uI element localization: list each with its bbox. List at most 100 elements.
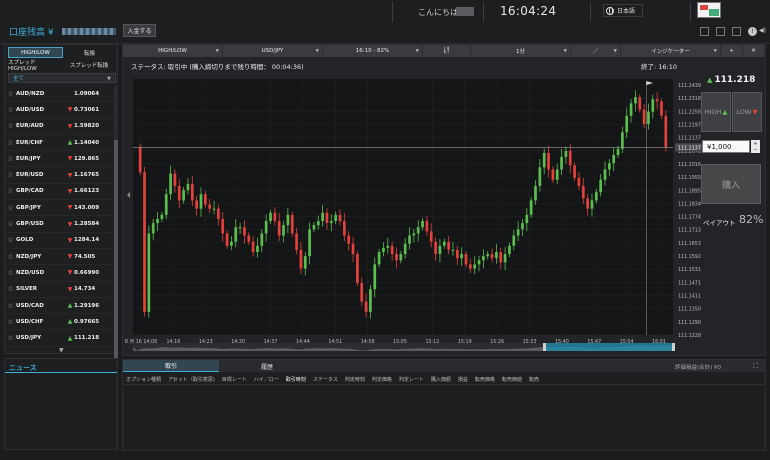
toolbar-asset[interactable]: USD/JPY ▼	[223, 45, 323, 57]
toolbar-trade-type[interactable]: HIGH/LOW ▼	[123, 45, 223, 57]
candle-body[interactable]	[421, 221, 424, 228]
candle-body[interactable]	[382, 247, 385, 253]
help-icon[interactable]: !	[748, 27, 757, 36]
candle-body[interactable]	[551, 169, 555, 180]
asset-row[interactable]: ☆ AUD/NZD 1.09064	[5, 86, 113, 103]
column-header[interactable]: 転売価格	[475, 376, 495, 383]
candle-body[interactable]	[664, 115, 668, 148]
candle-body[interactable]	[621, 132, 624, 149]
column-header[interactable]: 損益	[458, 376, 468, 383]
candle-body[interactable]	[329, 221, 333, 224]
candle-body[interactable]	[334, 214, 338, 222]
asset-row[interactable]: ☆ NZD/USD ▼ 0.66990	[5, 265, 113, 282]
toolbar-chart-type[interactable]: ╽╿	[423, 45, 471, 57]
star-icon[interactable]: ☆	[5, 171, 16, 179]
toolbar-add[interactable]: +	[721, 45, 743, 57]
sound-icon[interactable]: ◀)	[759, 27, 766, 34]
star-icon[interactable]: ☆	[5, 269, 16, 277]
star-icon[interactable]: ☆	[5, 155, 16, 163]
candle-body[interactable]	[316, 221, 320, 226]
asset-row[interactable]: ☆ NZD/JPY ▼ 74.505	[5, 249, 113, 266]
candle-body[interactable]	[186, 183, 190, 191]
star-icon[interactable]: ☆	[5, 220, 16, 228]
candle-body[interactable]	[347, 235, 351, 244]
candle-body[interactable]	[182, 190, 185, 201]
asset-row[interactable]: ☆ AUD/USD ▼ 0.73061	[5, 102, 113, 119]
language-selector[interactable]: 日本語	[603, 4, 643, 17]
asset-row[interactable]: ☆ EUR/AUD ▼ 1.59820	[5, 119, 113, 135]
toolbar-expiry[interactable]: 16:10 - 82% ▼	[323, 45, 423, 57]
candle-body[interactable]	[568, 150, 572, 166]
amount-stepper[interactable]: + −	[751, 140, 760, 153]
candle-body[interactable]	[364, 301, 368, 312]
candle-body[interactable]	[321, 212, 324, 222]
candle-body[interactable]	[538, 167, 542, 186]
candle-body[interactable]	[477, 260, 481, 265]
column-header[interactable]: ハイ／ロー	[254, 376, 279, 383]
column-header[interactable]: 購入価額	[431, 376, 451, 383]
toolbar-draw[interactable]: ／ ▼	[571, 45, 621, 57]
candle-body[interactable]	[555, 169, 559, 180]
star-icon[interactable]: ☆	[5, 302, 16, 310]
candle-body[interactable]	[208, 204, 212, 209]
candle-body[interactable]	[143, 172, 146, 312]
candle-body[interactable]	[356, 254, 359, 283]
candle-body[interactable]	[269, 212, 272, 222]
candle-body[interactable]	[508, 245, 511, 255]
candle-body[interactable]	[251, 241, 255, 253]
candle-body[interactable]	[299, 249, 303, 269]
candle-body[interactable]	[373, 264, 377, 290]
candle-body[interactable]	[230, 241, 233, 246]
column-header[interactable]: 目標レート	[222, 376, 247, 383]
layout-icon[interactable]	[732, 27, 741, 36]
candle-body[interactable]	[256, 245, 259, 253]
candle-body[interactable]	[608, 163, 611, 170]
candle-body[interactable]	[660, 101, 663, 116]
candle-body[interactable]	[560, 157, 563, 170]
star-icon[interactable]: ☆	[5, 90, 16, 98]
candle-body[interactable]	[325, 212, 329, 224]
candle-body[interactable]	[534, 185, 537, 201]
candle-body[interactable]	[290, 214, 294, 234]
candle-body[interactable]	[447, 241, 450, 250]
candle-body[interactable]	[169, 173, 172, 195]
column-header[interactable]: 転売	[529, 376, 539, 383]
star-icon[interactable]: ☆	[5, 334, 16, 342]
column-header[interactable]: アセット（取引意思)	[168, 376, 215, 383]
star-icon[interactable]: ☆	[5, 122, 16, 130]
candle-body[interactable]	[199, 194, 203, 209]
candle-body[interactable]	[512, 235, 516, 246]
candle-body[interactable]	[190, 183, 194, 201]
candle-body[interactable]	[225, 233, 229, 246]
price-chart[interactable]: 111.2439 111.2318 111.2258 111.2197 111.2137…	[123, 45, 765, 355]
expand-icon[interactable]: ⛶	[753, 362, 758, 371]
candle-body[interactable]	[303, 256, 307, 269]
candle-body[interactable]	[429, 231, 433, 242]
candle-body[interactable]	[351, 243, 355, 255]
candle-body[interactable]	[369, 289, 372, 312]
candle-body[interactable]	[490, 254, 494, 259]
candle-body[interactable]	[360, 282, 364, 302]
candle-body[interactable]	[655, 99, 659, 102]
candle-body[interactable]	[282, 225, 285, 236]
buy-button[interactable]: 購入	[701, 164, 761, 204]
candle-body[interactable]	[516, 229, 520, 236]
candle-body[interactable]	[468, 264, 472, 269]
asset-row[interactable]: ☆ GOLD ▼ 1284.14	[5, 233, 113, 249]
candle-body[interactable]	[594, 192, 598, 201]
candle-body[interactable]	[156, 218, 159, 224]
asset-row[interactable]: ☆ EUR/CHF ▲ 1.14040	[5, 135, 113, 152]
layout-icon[interactable]	[700, 27, 709, 36]
column-header[interactable]: 判定レート	[399, 376, 424, 383]
asset-row[interactable]: ☆ GBP/USD ▼ 1.28584	[5, 216, 113, 233]
candle-body[interactable]	[495, 252, 498, 259]
high-button[interactable]: HIGH ▲	[701, 92, 731, 132]
candle-body[interactable]	[416, 227, 420, 234]
candle-body[interactable]	[542, 152, 546, 168]
candle-body[interactable]	[151, 223, 155, 234]
asset-row[interactable]: ☆ EUR/JPY ▼ 129.865	[5, 151, 113, 168]
candle-body[interactable]	[564, 150, 568, 158]
candle-body[interactable]	[138, 146, 142, 173]
layout-thumbnail-icon[interactable]	[697, 2, 721, 18]
candle-body[interactable]	[473, 264, 477, 269]
